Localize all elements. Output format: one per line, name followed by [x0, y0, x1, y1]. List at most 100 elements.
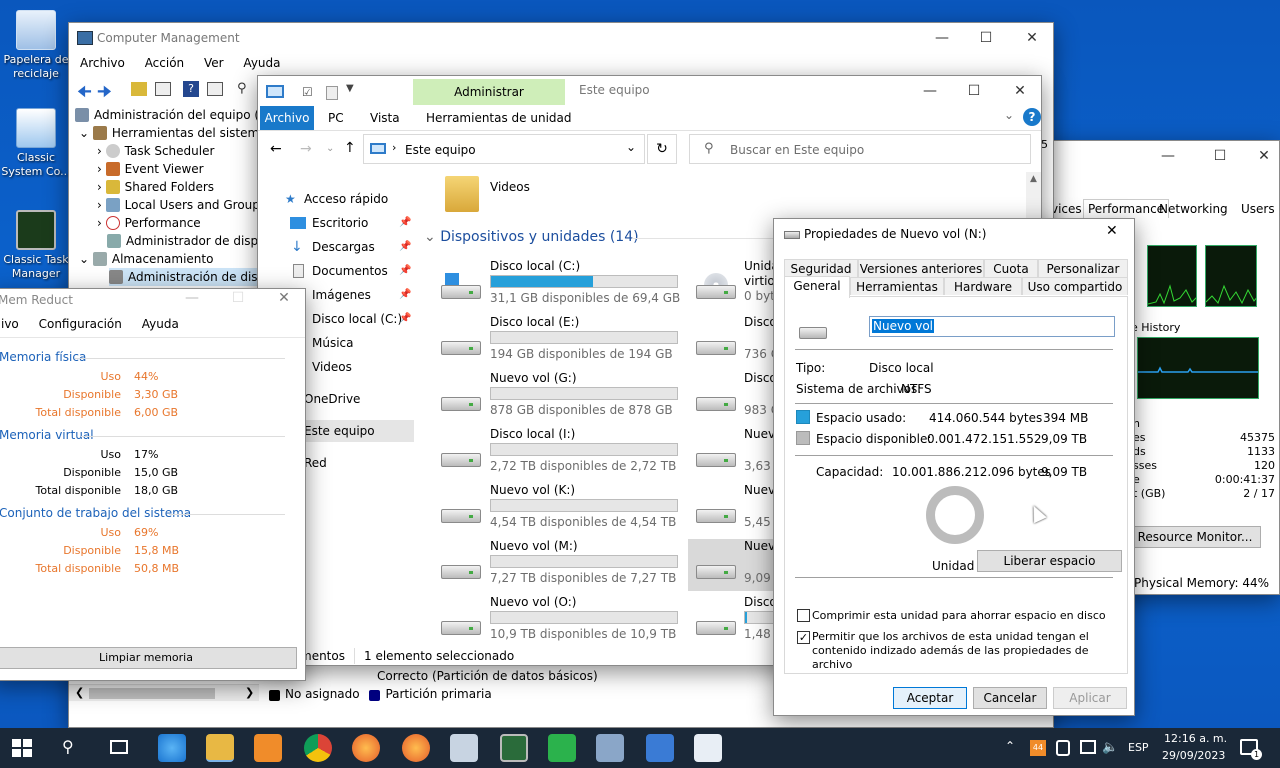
search-box[interactable]: ⚲ Buscar en Este equipo [689, 134, 1031, 164]
close-button[interactable]: ✕ [997, 76, 1041, 106]
tree-device-manager[interactable]: Administrador de dispo [107, 232, 266, 250]
menu-archivo[interactable]: ivo [1, 317, 19, 331]
edge-icon[interactable] [158, 734, 186, 762]
drive-item[interactable]: Unida virtio- 0 byte [688, 259, 774, 311]
tab-herramientas-unidad[interactable]: Herramientas de unidad [426, 111, 572, 125]
nav-documentos[interactable]: Documentos 📌 [258, 260, 411, 282]
volume-muted-icon[interactable]: 🔈 [1102, 740, 1118, 755]
back-arrow-icon[interactable]: 🠈 [77, 81, 92, 108]
pin-icon[interactable]: 📌 [399, 260, 411, 282]
free-space-button[interactable]: Liberar espacio [977, 550, 1122, 572]
menu-archivo[interactable]: Archivo [80, 56, 125, 70]
tree-disk-management[interactable]: Administración de disco [109, 268, 271, 286]
tree-performance[interactable]: › Performance [97, 214, 201, 232]
file-explorer-icon[interactable] [206, 734, 234, 762]
help-icon[interactable]: ? [183, 81, 199, 97]
tab-services[interactable]: vices [1051, 202, 1082, 216]
refresh-button[interactable]: ↻ [647, 134, 677, 164]
tree-system-tools[interactable]: ⌄ Herramientas del sistema [79, 124, 267, 142]
tab-performance[interactable]: Performance [1083, 199, 1170, 218]
chrome-icon[interactable] [304, 734, 332, 762]
nav-descargas[interactable]: ↓ Descargas 📌 [258, 236, 411, 258]
tab-hardware[interactable]: Hardware [944, 277, 1022, 295]
cancel-button[interactable]: Cancelar [973, 687, 1047, 709]
drive-item[interactable]: Nueve 5,45 T [688, 483, 774, 535]
tab-personalizar[interactable]: Personalizar [1038, 259, 1128, 277]
calculator-icon[interactable] [646, 734, 674, 762]
qat-dropdown-icon[interactable]: ▼ [346, 83, 354, 94]
apply-button[interactable]: Aplicar [1053, 687, 1127, 709]
menu-accion[interactable]: Acción [145, 56, 184, 70]
menu-ayuda[interactable]: Ayuda [142, 317, 179, 331]
scroll-thumb[interactable] [89, 688, 215, 699]
maximize-button[interactable]: ☐ [951, 76, 997, 106]
tab-cuota[interactable]: Cuota [984, 259, 1038, 277]
pin-icon[interactable]: 📌 [399, 308, 411, 330]
drive-item[interactable]: Disco local (C:) 31,1 GB disponibles de … [433, 259, 683, 311]
properties-icon[interactable] [207, 82, 223, 96]
clean-memory-button[interactable]: Limpiar memoria [0, 647, 297, 669]
tree-shared-folders[interactable]: › Shared Folders [97, 178, 214, 196]
computer-management-icon[interactable] [596, 734, 624, 762]
pin-icon[interactable]: 📌 [399, 212, 411, 234]
tab-uso-compartido[interactable]: Uso compartido [1022, 277, 1128, 295]
drive-item[interactable]: Nueve 9,09 T [688, 539, 774, 591]
index-checkbox[interactable]: ✓ [797, 631, 810, 644]
tab-pc[interactable]: PC [328, 111, 344, 125]
close-button[interactable]: ✕ [1241, 141, 1279, 171]
recycle-bin-shortcut[interactable]: Papelera de reciclaje [0, 10, 72, 81]
drive-item[interactable]: Disco 736 G [688, 315, 774, 367]
tree-task-scheduler[interactable]: › Task Scheduler [97, 142, 214, 160]
forward-arrow-icon[interactable]: 🠊 [97, 81, 112, 108]
minimize-button[interactable]: — [169, 289, 215, 313]
drive-item[interactable]: Disco local (E:) 194 GB disponibles de 1… [433, 315, 683, 367]
network-icon[interactable] [1080, 740, 1096, 754]
nav-escritorio[interactable]: Escritorio 📌 [258, 212, 411, 234]
clock-time[interactable]: 12:16 a. m. [1164, 732, 1227, 745]
search-icon[interactable]: ⚲ [62, 737, 74, 756]
tab-general[interactable]: General [784, 276, 850, 298]
tree-scrollbar[interactable]: ❮ ❯ [69, 684, 259, 701]
drive-item[interactable]: Nueve 3,63 T [688, 427, 774, 479]
drive-item[interactable]: Nuevo vol (O:) 10,9 TB disponibles de 10… [433, 595, 683, 647]
minimize-button[interactable]: — [1145, 141, 1191, 171]
ribbon-expand-icon[interactable]: ⌄ [1004, 108, 1014, 122]
tab-vista[interactable]: Vista [370, 111, 400, 125]
firefox-icon[interactable] [402, 734, 430, 762]
maximize-button[interactable]: ☐ [963, 23, 1009, 53]
mem-reduct-icon[interactable] [548, 734, 576, 762]
help-icon[interactable]: ? [1023, 108, 1041, 126]
tray-app-icon[interactable] [1056, 740, 1070, 756]
disk-management-icon[interactable] [694, 734, 722, 762]
scroll-right-icon[interactable]: ❯ [245, 686, 254, 699]
task-view-icon[interactable] [110, 740, 128, 754]
menu-ver[interactable]: Ver [204, 56, 224, 70]
media-player-icon[interactable] [254, 734, 282, 762]
tab-networking[interactable]: Networking [1159, 202, 1228, 216]
close-button[interactable]: ✕ [261, 289, 305, 313]
language-indicator[interactable]: ESP [1128, 741, 1149, 754]
tree-event-viewer[interactable]: › Event Viewer [97, 160, 204, 178]
tree-root[interactable]: Administración del equipo (loc [75, 106, 276, 124]
tab-versiones-anteriores[interactable]: Versiones anteriores [858, 259, 984, 277]
system-config-icon[interactable] [450, 734, 478, 762]
tab-archivo[interactable]: Archivo [260, 106, 314, 130]
connect-icon[interactable]: ⚲ [237, 81, 247, 96]
compress-checkbox[interactable] [797, 609, 810, 622]
pin-icon[interactable]: 📌 [399, 284, 411, 306]
index-label[interactable]: Permitir que los archivos de esta unidad… [812, 630, 1112, 672]
tree-storage[interactable]: ⌄ Almacenamiento [79, 250, 213, 268]
drive-item[interactable]: Nuevo vol (M:) 7,27 TB disponibles de 7,… [433, 539, 683, 591]
forward-icon[interactable]: → [300, 141, 312, 157]
videos-folder[interactable]: Videos [441, 174, 561, 214]
nav-quick-access[interactable]: ★ Acceso rápido [258, 188, 408, 210]
compress-label[interactable]: Comprimir esta unidad para ahorrar espac… [812, 609, 1106, 622]
show-hidden-icons[interactable]: ⌃ [1005, 739, 1015, 753]
start-button[interactable] [12, 739, 32, 757]
maximize-button[interactable]: ☐ [1197, 141, 1243, 171]
ok-button[interactable]: Aceptar [893, 687, 967, 709]
firefox-icon[interactable] [352, 734, 380, 762]
console-tree-icon[interactable] [155, 82, 171, 96]
new-folder-icon[interactable] [326, 86, 338, 100]
address-bar[interactable]: › Este equipo ⌄ [363, 134, 645, 164]
